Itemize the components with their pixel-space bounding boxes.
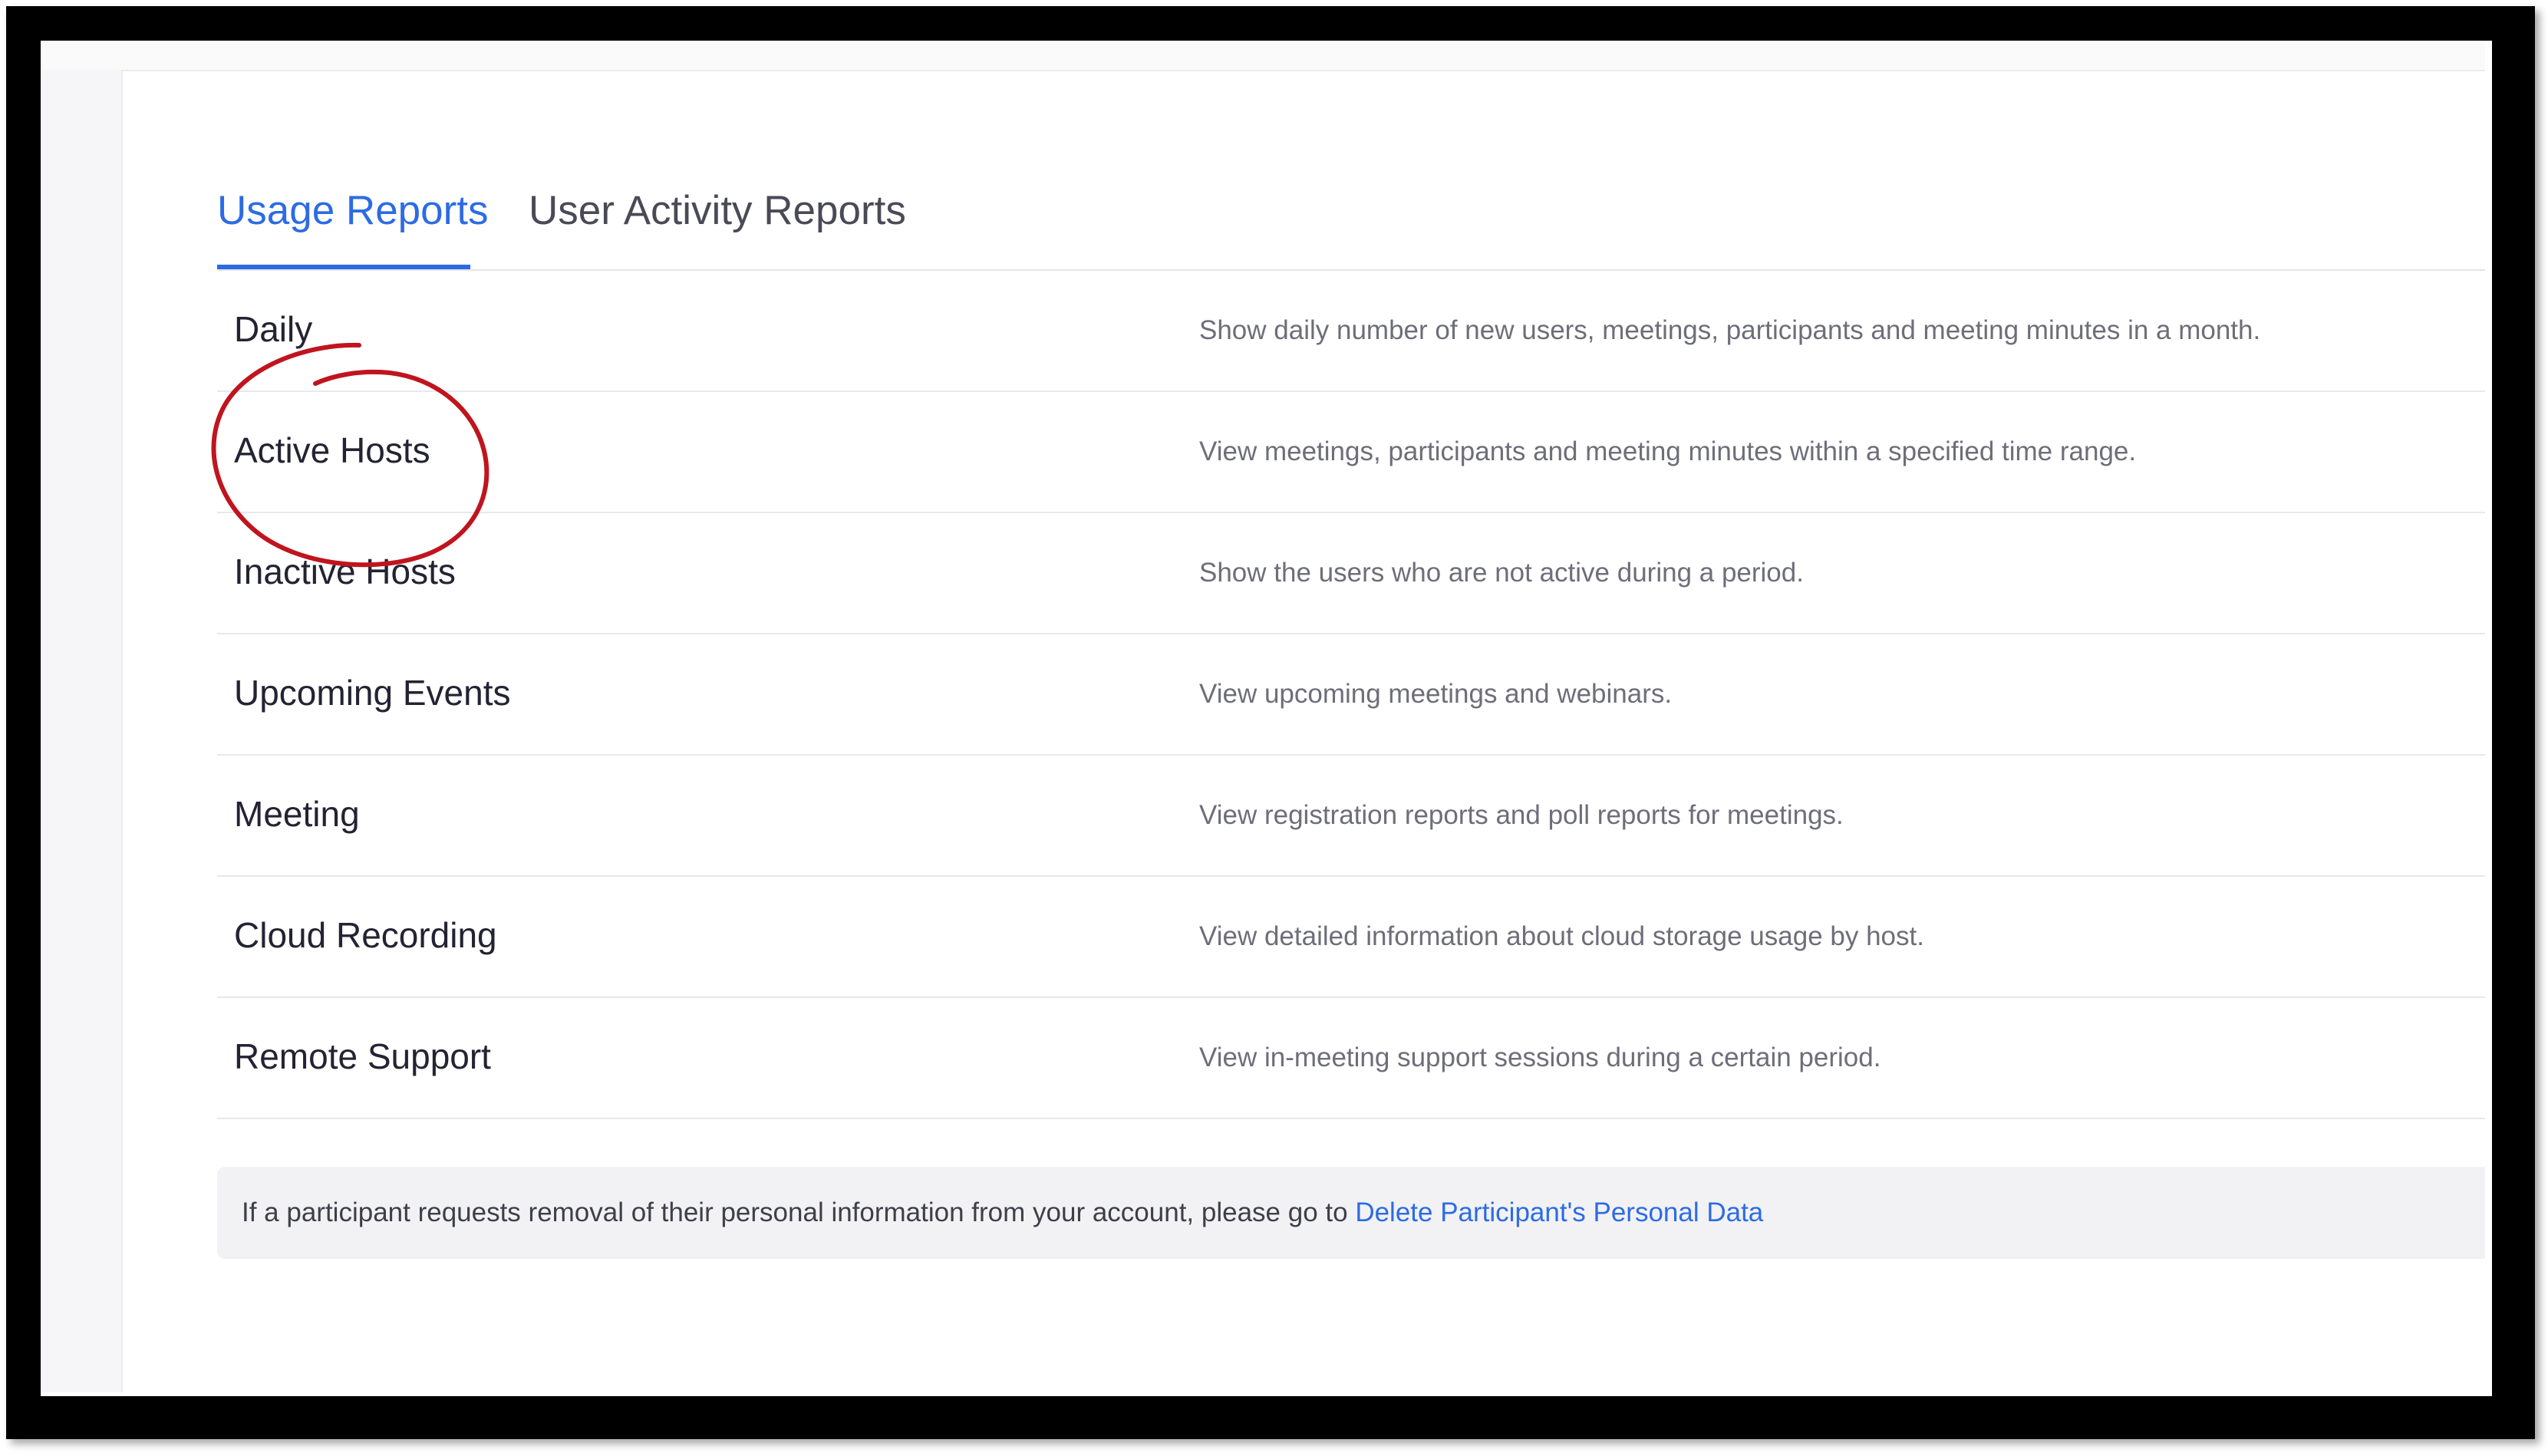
report-row-cloud-recording: Cloud Recording View detailed informatio… bbox=[217, 877, 2485, 998]
report-link-meeting[interactable]: Meeting bbox=[234, 792, 360, 835]
report-row-meeting: Meeting View registration reports and po… bbox=[217, 756, 2485, 877]
report-list: Daily Show daily number of new users, me… bbox=[217, 271, 2485, 1119]
tab-user-activity-reports[interactable]: User Activity Reports bbox=[529, 188, 906, 234]
report-row-upcoming-events: Upcoming Events View upcoming meetings a… bbox=[217, 634, 2485, 756]
notice-text-container: If a participant requests removal of the… bbox=[242, 1196, 1763, 1230]
report-tabs: Usage Reports User Activity Reports bbox=[217, 148, 2485, 271]
report-link-active-hosts[interactable]: Active Hosts bbox=[234, 429, 430, 472]
report-description: View upcoming meetings and webinars. bbox=[1199, 679, 1673, 709]
report-row-daily: Daily Show daily number of new users, me… bbox=[217, 271, 2485, 392]
report-description: View meetings, participants and meeting … bbox=[1199, 436, 2137, 466]
active-tab-indicator bbox=[217, 265, 470, 269]
reports-page: Usage Reports User Activity Reports Dail… bbox=[41, 41, 2485, 1392]
report-description: Show daily number of new users, meetings… bbox=[1199, 315, 2261, 345]
report-link-remote-support[interactable]: Remote Support bbox=[234, 1035, 491, 1078]
screenshot-frame: Usage Reports User Activity Reports Dail… bbox=[0, 0, 2548, 1456]
report-link-inactive-hosts[interactable]: Inactive Hosts bbox=[234, 550, 456, 593]
report-row-active-hosts: Active Hosts View meetings, participants… bbox=[217, 392, 2485, 513]
delete-personal-data-link[interactable]: Delete Participant's Personal Data bbox=[1355, 1197, 1763, 1227]
report-description: Show the users who are not active during… bbox=[1199, 558, 1804, 588]
report-row-inactive-hosts: Inactive Hosts Show the users who are no… bbox=[217, 513, 2485, 634]
report-link-daily[interactable]: Daily bbox=[234, 308, 312, 351]
personal-data-notice: If a participant requests removal of the… bbox=[217, 1167, 2485, 1259]
top-header-strip bbox=[41, 41, 2485, 71]
report-description: View in-meeting support sessions during … bbox=[1199, 1043, 1881, 1072]
report-row-remote-support: Remote Support View in-meeting support s… bbox=[217, 998, 2485, 1119]
report-link-cloud-recording[interactable]: Cloud Recording bbox=[234, 914, 497, 957]
left-sidebar-strip bbox=[41, 70, 123, 1392]
tab-usage-reports[interactable]: Usage Reports bbox=[217, 188, 489, 234]
report-description: View registration reports and poll repor… bbox=[1199, 800, 1844, 830]
notice-message: If a participant requests removal of the… bbox=[242, 1197, 1356, 1227]
report-description: View detailed information about cloud st… bbox=[1199, 921, 1924, 951]
report-link-upcoming-events[interactable]: Upcoming Events bbox=[234, 671, 511, 714]
